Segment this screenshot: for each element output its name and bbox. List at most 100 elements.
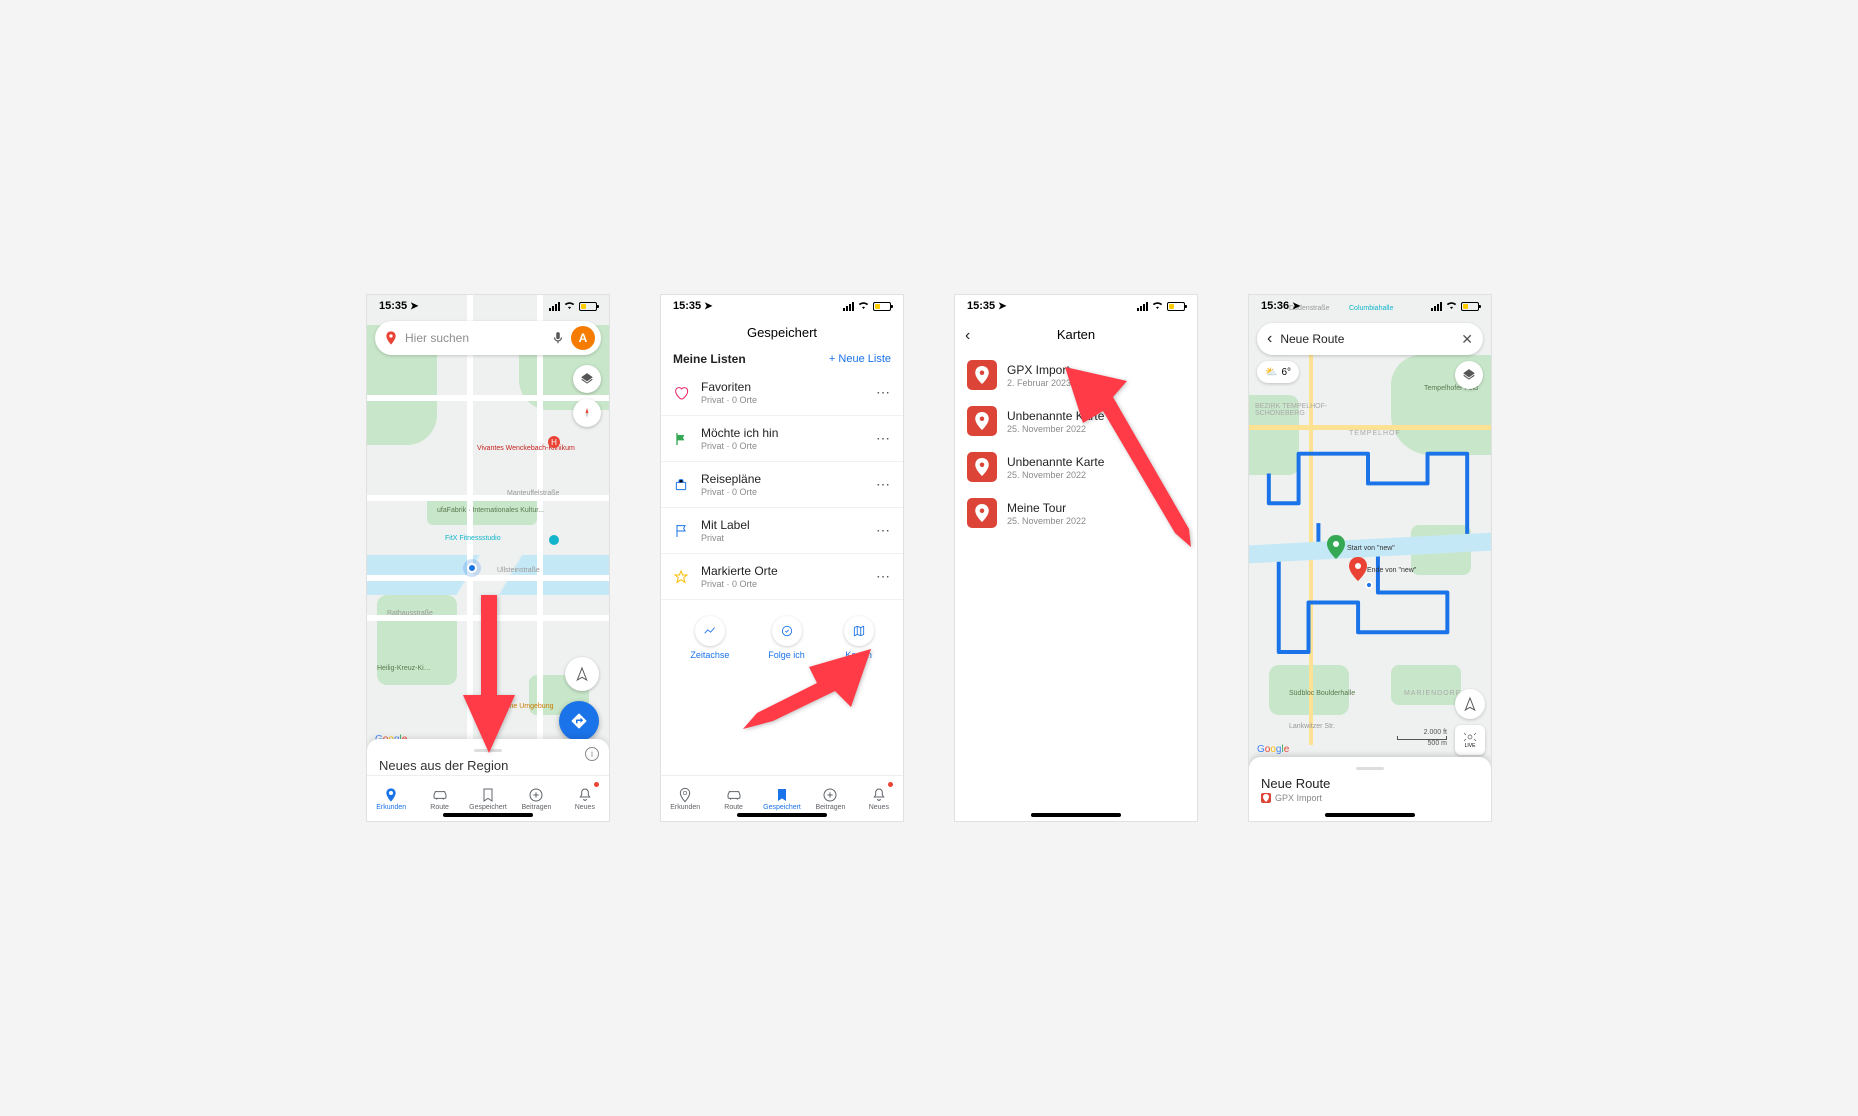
weather-chip[interactable]: ⛅ 6°	[1257, 361, 1299, 383]
wifi-icon	[857, 300, 870, 313]
more-button[interactable]: ⋯	[876, 522, 891, 539]
battery-icon	[579, 302, 597, 311]
search-bar[interactable]: Hier suchen A	[375, 321, 601, 355]
start-marker	[1327, 535, 1345, 559]
list-subtitle: Privat · 0 Orte	[701, 441, 864, 451]
route-search-bar[interactable]: ‹ Neue Route ✕	[1257, 323, 1483, 355]
info-icon[interactable]: i	[585, 747, 599, 761]
more-button[interactable]: ⋯	[876, 384, 891, 401]
street-manteuffel: Manteuffelstraße	[507, 490, 559, 498]
list-item[interactable]: ReiseplänePrivat · 0 Orte ⋯	[661, 462, 903, 508]
tutorial-arrow	[459, 595, 519, 755]
signal-icon	[843, 301, 854, 311]
route-bottom-sheet[interactable]: Neue Route GPX Import	[1249, 757, 1491, 821]
poi-sudbloc: Südbloc Boulderhalle	[1289, 690, 1355, 697]
microphone-icon[interactable]	[551, 331, 565, 345]
more-button[interactable]: ⋯	[876, 476, 891, 493]
list-item[interactable]: Markierte OrtePrivat · 0 Orte ⋯	[661, 554, 903, 600]
poi-fitx-pin	[547, 533, 561, 547]
street-rathaus: Rathausstraße	[387, 610, 433, 618]
notification-dot	[594, 782, 599, 787]
start-label: Start von "new"	[1347, 545, 1395, 552]
more-button[interactable]: ⋯	[876, 430, 891, 447]
map-pin-icon	[967, 406, 997, 436]
directions-icon	[570, 712, 588, 730]
profile-avatar[interactable]: A	[571, 326, 595, 350]
list-item[interactable]: Möchte ich hinPrivat · 0 Orte ⋯	[661, 416, 903, 462]
nav-label: Gespeichert	[469, 804, 507, 811]
nav-updates[interactable]: Neues	[855, 776, 903, 821]
recenter-button[interactable]	[1455, 689, 1485, 719]
search-placeholder: Hier suchen	[405, 331, 545, 345]
status-time: 15:35	[379, 300, 407, 312]
page-title: Gespeichert	[661, 317, 903, 352]
bookmark-icon	[480, 787, 496, 803]
layers-button[interactable]	[573, 365, 601, 393]
list-title: Möchte ich hin	[701, 426, 864, 440]
list-item[interactable]: Mit LabelPrivat ⋯	[661, 508, 903, 554]
tutorial-arrow	[1065, 367, 1195, 547]
current-location-dot	[467, 563, 477, 573]
sheet-title: Neues aus der Region	[379, 758, 597, 773]
home-indicator[interactable]	[1031, 813, 1121, 817]
status-time: 15:35	[967, 300, 995, 312]
sheet-handle[interactable]	[1356, 767, 1384, 770]
home-indicator[interactable]	[737, 813, 827, 817]
directions-fab[interactable]	[559, 701, 599, 741]
map-pin-icon	[967, 452, 997, 482]
status-bar: 15:35➤	[367, 295, 609, 317]
home-indicator[interactable]	[443, 813, 533, 817]
layers-button[interactable]	[1455, 361, 1483, 389]
back-icon[interactable]: ‹	[1267, 330, 1272, 348]
route-title: Neue Route	[1261, 776, 1479, 791]
status-bar: 15:35➤	[955, 295, 1197, 317]
nav-label: Beitragen	[521, 804, 551, 811]
car-icon	[726, 787, 742, 803]
home-indicator[interactable]	[1325, 813, 1415, 817]
back-button[interactable]: ‹	[965, 327, 970, 345]
map-pin-icon	[967, 498, 997, 528]
list-subtitle: Privat · 0 Orte	[701, 487, 864, 497]
google-maps-pin-icon	[383, 330, 399, 346]
list-item[interactable]: FavoritenPrivat · 0 Orte ⋯	[661, 370, 903, 416]
route-source: GPX Import	[1275, 793, 1322, 803]
nav-explore[interactable]: Erkunden	[367, 776, 415, 821]
wifi-icon	[1151, 300, 1164, 313]
nav-updates[interactable]: Neues	[561, 776, 609, 821]
bell-icon	[577, 787, 593, 803]
more-button[interactable]: ⋯	[876, 568, 891, 585]
flag-icon	[673, 431, 689, 447]
district-mariendorf: MARIENDORF	[1404, 690, 1461, 697]
nav-explore[interactable]: Erkunden	[661, 776, 709, 821]
list-title: Markierte Orte	[701, 564, 864, 578]
pin-icon	[383, 787, 399, 803]
recenter-button[interactable]	[565, 657, 599, 691]
status-bar: 15:35➤	[661, 295, 903, 317]
weather-icon: ⛅	[1265, 367, 1277, 378]
wifi-icon	[1445, 300, 1458, 313]
list-title: Reisepläne	[701, 472, 864, 486]
google-logo: Google	[1257, 744, 1289, 755]
compass-button[interactable]	[573, 399, 601, 427]
poi-fitx-label: FitX Fitnessstudio	[445, 535, 501, 543]
new-list-button[interactable]: + Neue Liste	[829, 353, 891, 365]
plus-circle-icon	[822, 787, 838, 803]
street-ullstein: Ullsteinstraße	[497, 567, 540, 575]
location-services-icon: ➤	[704, 301, 712, 312]
battery-icon	[1461, 302, 1479, 311]
timeline-button[interactable]: Zeitachse	[690, 616, 729, 660]
bell-icon	[871, 787, 887, 803]
end-marker	[1349, 557, 1367, 581]
status-bar: 15:36➤	[1249, 295, 1491, 317]
list-subtitle: Privat	[701, 533, 864, 543]
temperature: 6°	[1281, 367, 1291, 378]
live-view-button[interactable]: LIVE	[1455, 725, 1485, 755]
list-subtitle: Privat · 0 Orte	[701, 395, 864, 405]
location-services-icon: ➤	[1292, 301, 1300, 312]
layers-icon	[1462, 368, 1476, 382]
wifi-icon	[563, 300, 576, 313]
screen-2-saved: 15:35➤ Gespeichert Meine Listen + Neue L…	[660, 294, 904, 822]
close-button[interactable]: ✕	[1461, 331, 1473, 348]
section-label: Meine Listen	[673, 352, 746, 366]
star-icon	[673, 569, 689, 585]
